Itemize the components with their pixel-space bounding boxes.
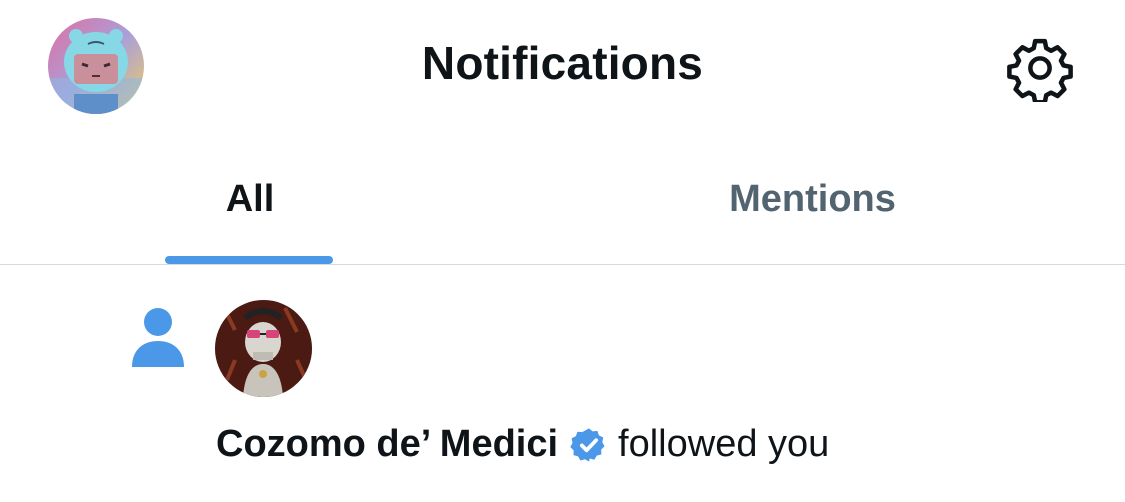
skull-avatar-icon <box>215 300 312 397</box>
tab-all[interactable]: All <box>0 150 500 260</box>
settings-button[interactable] <box>1004 34 1076 102</box>
verified-badge-icon <box>570 427 605 462</box>
selected-tab-indicator <box>165 256 333 264</box>
follower-avatar[interactable] <box>215 300 312 397</box>
notification-item[interactable]: Cozomo de’ Medici followed you <box>0 265 1125 502</box>
notification-text: Cozomo de’ Medici followed you <box>216 423 829 466</box>
page-title: Notifications <box>421 37 704 89</box>
notification-action-text: followed you <box>618 423 830 465</box>
tab-mentions[interactable]: Mentions <box>540 150 1085 260</box>
notification-tabs: All Mentions <box>0 150 1125 265</box>
gear-icon <box>1007 38 1073 102</box>
top-header: Notifications <box>0 0 1125 135</box>
tab-all-label: All <box>225 178 275 220</box>
tab-mentions-label: Mentions <box>729 178 896 220</box>
person-icon <box>132 308 184 367</box>
user-name-link[interactable]: Cozomo de’ Medici <box>216 423 558 466</box>
